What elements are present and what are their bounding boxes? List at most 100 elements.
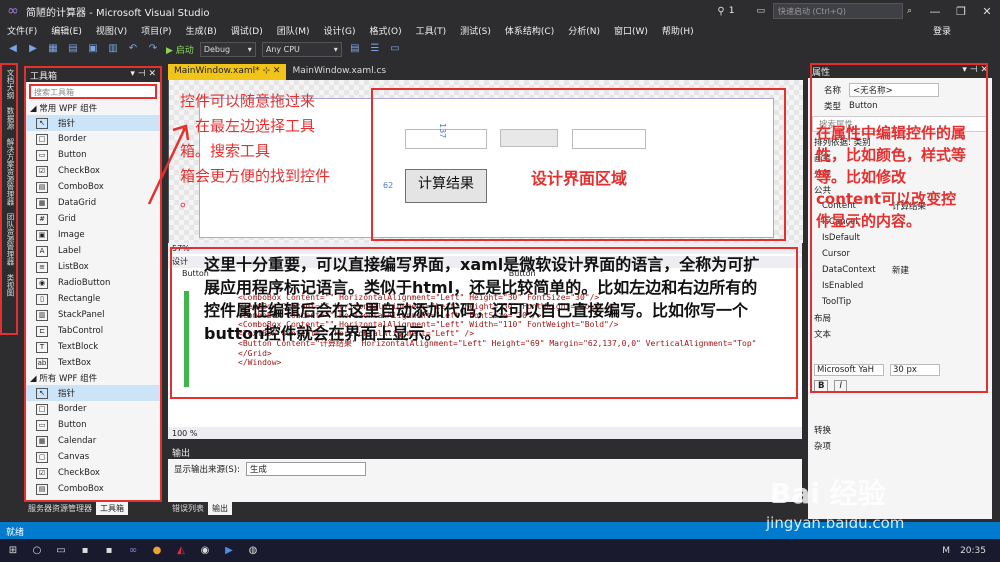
- back-icon[interactable]: ◀: [6, 42, 20, 56]
- toolbox-item[interactable]: □ Border: [26, 131, 160, 147]
- menu-file[interactable]: 文件(F): [0, 24, 44, 37]
- open-icon[interactable]: ▤: [66, 42, 80, 56]
- tab-error-list[interactable]: 错误列表: [168, 502, 208, 515]
- undo-icon[interactable]: ↶: [126, 42, 140, 56]
- menu-debug[interactable]: 调试(D): [224, 24, 270, 37]
- new-project-icon[interactable]: ▦: [46, 42, 60, 56]
- toolbox-item[interactable]: ≡ ListBox: [26, 259, 160, 275]
- side-tab-data-sources[interactable]: 数据源: [2, 103, 16, 134]
- toolbox-item[interactable]: ↖ 指针: [26, 385, 160, 401]
- forward-icon[interactable]: ▶: [26, 42, 40, 56]
- menu-build[interactable]: 生成(B): [179, 24, 224, 37]
- zoom-level[interactable]: 100 %: [172, 429, 197, 438]
- menu-test[interactable]: 测试(S): [453, 24, 498, 37]
- quick-launch-input[interactable]: 快速启动 (Ctrl+Q): [772, 3, 903, 19]
- toolbox-item[interactable]: ▤ ComboBox: [26, 179, 160, 195]
- toolbox-item[interactable]: ⊏ TabControl: [26, 323, 160, 339]
- save-all-icon[interactable]: ▥: [106, 42, 120, 56]
- side-tab-solution-explorer[interactable]: 解决方案资源管理器: [2, 134, 16, 210]
- toolbox-search-input[interactable]: 搜索工具箱: [29, 84, 157, 99]
- app-icon[interactable]: ▪: [78, 544, 92, 558]
- toolbox-group-common[interactable]: ◢ 常用 WPF 组件: [26, 101, 160, 115]
- annotation-line: ，在最左边选择工具: [180, 117, 316, 135]
- save-icon[interactable]: ▣: [86, 42, 100, 56]
- toolbox-item[interactable]: ◉ RadioButton: [26, 275, 160, 291]
- menu-tools[interactable]: 工具(T): [409, 24, 454, 37]
- minimize-button[interactable]: —: [922, 5, 948, 18]
- panel-controls[interactable]: ▾ ⊣ ✕: [130, 69, 156, 81]
- comment-icon[interactable]: ▭: [388, 42, 402, 56]
- menu-team[interactable]: 团队(M): [270, 24, 317, 37]
- toolbox-item[interactable]: ▭ Button: [26, 417, 160, 433]
- feedback-icon[interactable]: ▭: [756, 6, 765, 16]
- acrobat-icon[interactable]: ◭: [174, 544, 188, 558]
- menu-edit[interactable]: 编辑(E): [44, 24, 89, 37]
- clock[interactable]: 20:35: [960, 546, 986, 556]
- format-icon[interactable]: ▤: [348, 42, 362, 56]
- toolbox-item[interactable]: T TextBlock: [26, 339, 160, 355]
- toolbox-item[interactable]: ↖ 指针: [26, 115, 160, 131]
- menu-design[interactable]: 设计(G): [317, 24, 363, 37]
- app-icon[interactable]: ◍: [246, 544, 260, 558]
- cortana-icon[interactable]: ○: [30, 544, 44, 558]
- ime-mode[interactable]: M: [942, 546, 950, 556]
- control-icon: A: [36, 245, 48, 257]
- search-icon[interactable]: ⌕: [907, 6, 912, 16]
- menu-project[interactable]: 项目(P): [134, 24, 178, 37]
- toolbox-item[interactable]: ☑ CheckBox: [26, 163, 160, 179]
- menu-format[interactable]: 格式(O): [363, 24, 409, 37]
- output-source-dropdown[interactable]: 生成: [245, 462, 366, 476]
- menu-view[interactable]: 视图(V): [89, 24, 134, 37]
- control-icon: ☑: [36, 467, 48, 479]
- login-link[interactable]: 登录: [926, 24, 958, 37]
- toolbox-group-all[interactable]: ◢ 所有 WPF 组件: [26, 371, 160, 385]
- close-icon[interactable]: ✕: [273, 66, 281, 76]
- toolbox-item[interactable]: ▦ DataGrid: [26, 195, 160, 211]
- toolbox-item[interactable]: ▦ Calendar: [26, 433, 160, 449]
- menu-architecture[interactable]: 体系结构(C): [498, 24, 561, 37]
- toolbox-item[interactable]: ☑ CheckBox: [26, 465, 160, 481]
- side-tab-document-outline[interactable]: 文档大纲: [2, 65, 16, 103]
- toolbox-item[interactable]: ▥ StackPanel: [26, 307, 160, 323]
- tab-mainwindow-xaml-cs[interactable]: MainWindow.xaml.cs: [286, 64, 392, 80]
- toolbox-item[interactable]: ab TextBox: [26, 355, 160, 371]
- app-icon[interactable]: ●: [150, 544, 164, 558]
- toolbox-item[interactable]: □ Border: [26, 401, 160, 417]
- notification-count[interactable]: 1: [729, 6, 735, 16]
- close-button[interactable]: ✕: [974, 5, 1000, 18]
- toolbox-item[interactable]: A Label: [26, 243, 160, 259]
- app-icon[interactable]: ▪: [102, 544, 116, 558]
- task-view-icon[interactable]: ▭: [54, 544, 68, 558]
- app-icon[interactable]: ◉: [198, 544, 212, 558]
- tab-mainwindow-xaml[interactable]: MainWindow.xaml* ⊹ ✕: [168, 64, 287, 80]
- media-icon[interactable]: ▶: [222, 544, 236, 558]
- redo-icon[interactable]: ↷: [146, 42, 160, 56]
- toolbox-item[interactable]: ▯ Rectangle: [26, 291, 160, 307]
- pin-icon[interactable]: ⊹: [263, 66, 271, 76]
- tab-output[interactable]: 输出: [208, 502, 232, 515]
- toolbox-item[interactable]: ▭ Button: [26, 147, 160, 163]
- filter-icon[interactable]: ⚲: [717, 6, 724, 17]
- start-menu-icon[interactable]: ⊞: [6, 544, 20, 558]
- tab-toolbox[interactable]: 工具箱: [96, 502, 128, 515]
- category-misc[interactable]: 杂项: [808, 438, 992, 454]
- toolbox-item[interactable]: # Grid: [26, 211, 160, 227]
- toolbox-item[interactable]: ▣ Image: [26, 227, 160, 243]
- control-icon: ≡: [36, 261, 48, 273]
- side-tab-class-view[interactable]: 类视图: [2, 270, 16, 301]
- toolbox-item[interactable]: ▤ ComboBox: [26, 481, 160, 497]
- side-tab-team-explorer[interactable]: 团队资源管理器: [2, 209, 16, 270]
- tab-server-explorer[interactable]: 服务器资源管理器: [24, 502, 96, 515]
- menu-analyze[interactable]: 分析(N): [561, 24, 607, 37]
- category-transform[interactable]: 转换: [808, 422, 992, 438]
- toolbox-item[interactable]: ▢ Canvas: [26, 449, 160, 465]
- visual-studio-icon[interactable]: ∞: [126, 544, 140, 558]
- menu-window[interactable]: 窗口(W): [607, 24, 655, 37]
- maximize-button[interactable]: ❐: [948, 5, 974, 18]
- menu-help[interactable]: 帮助(H): [655, 24, 701, 37]
- menu-bar: 文件(F) 编辑(E) 视图(V) 项目(P) 生成(B) 调试(D) 团队(M…: [0, 22, 1000, 39]
- align-icon[interactable]: ☰: [368, 42, 382, 56]
- config-dropdown[interactable]: Debug ▾: [199, 41, 256, 57]
- start-button[interactable]: ▶ 启动: [166, 43, 194, 56]
- platform-dropdown[interactable]: Any CPU ▾: [261, 41, 342, 57]
